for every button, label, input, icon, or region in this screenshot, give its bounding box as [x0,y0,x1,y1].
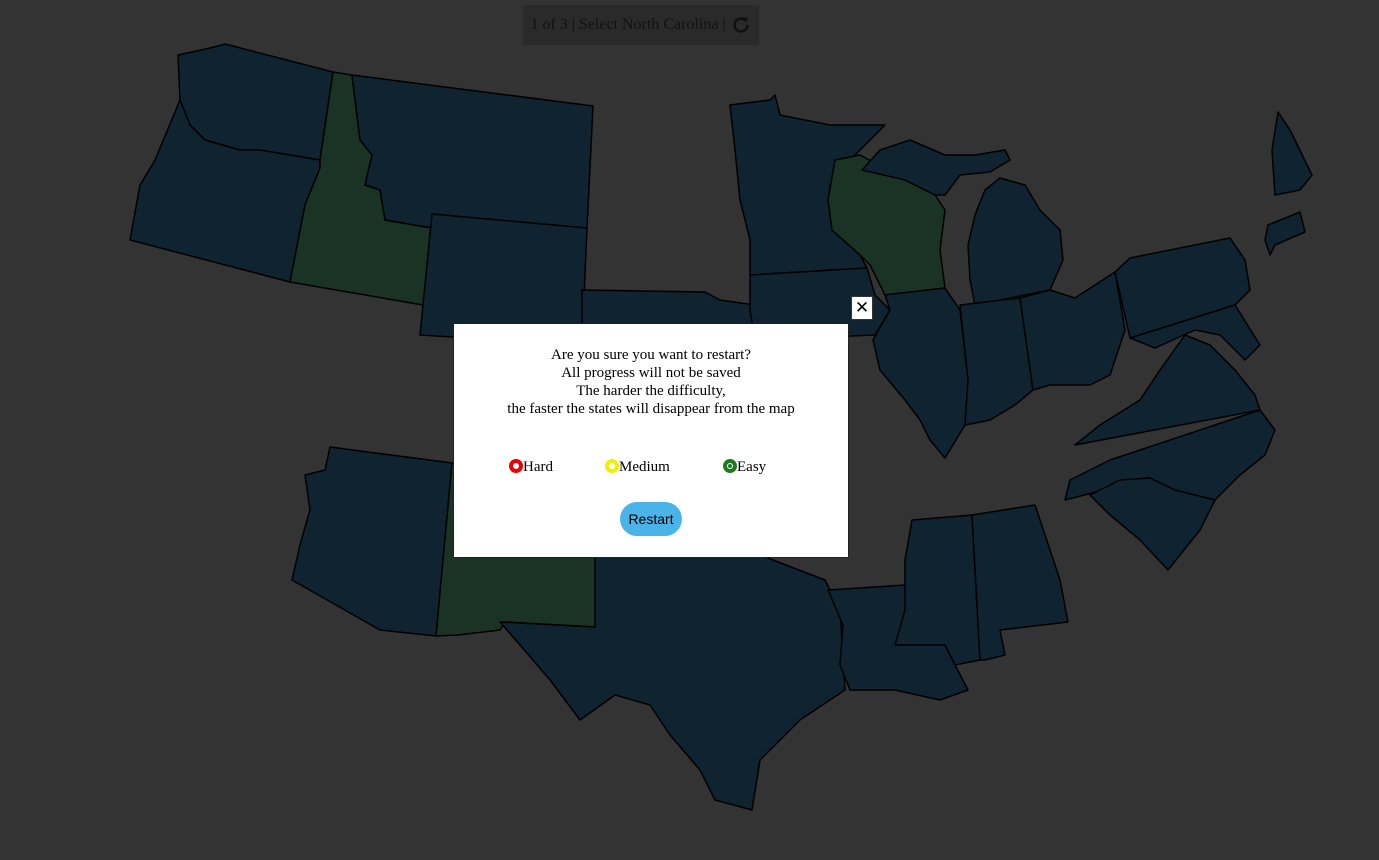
message-line: All progress will not be saved [561,365,741,381]
state-michigan-lower[interactable] [967,177,1064,306]
dialog-message: Are you sure you want to restart? All pr… [454,346,848,418]
message-line: The harder the difficulty, [576,383,726,399]
hard-radio-icon[interactable] [509,458,523,473]
difficulty-label: Hard [523,459,553,475]
status-bar: 1 of 3 | Select North Carolina | [523,5,759,45]
restart-button[interactable]: Restart [620,502,682,536]
separator-text-2: | [722,16,726,33]
state-arizona[interactable] [291,446,453,637]
message-line: Are you sure you want to restart? [551,347,751,363]
state-mississippi[interactable] [894,514,981,666]
medium-radio-icon[interactable] [605,458,619,473]
message-line: the faster the states will disappear fro… [507,401,795,417]
prompt-text: Select North Carolina [578,16,719,33]
separator-text: | [571,16,575,33]
state-montana[interactable] [351,74,594,229]
easy-radio-icon[interactable] [723,458,737,473]
state-illinois[interactable] [872,287,969,459]
difficulty-easy[interactable]: Easy [723,458,767,476]
refresh-icon[interactable] [730,14,752,36]
state-massachusetts[interactable] [1264,211,1306,256]
restart-dialog: Are you sure you want to restart? All pr… [453,323,849,558]
state-new-hampshire[interactable] [1271,111,1313,196]
close-button[interactable]: ✕ [851,296,873,320]
difficulty-medium[interactable]: Medium [605,458,670,476]
difficulty-label: Medium [619,459,670,475]
difficulty-hard[interactable]: Hard [509,458,553,476]
progress-text: 1 of 3 [530,16,568,33]
difficulty-label: Easy [737,459,767,475]
state-alabama[interactable] [971,504,1069,661]
